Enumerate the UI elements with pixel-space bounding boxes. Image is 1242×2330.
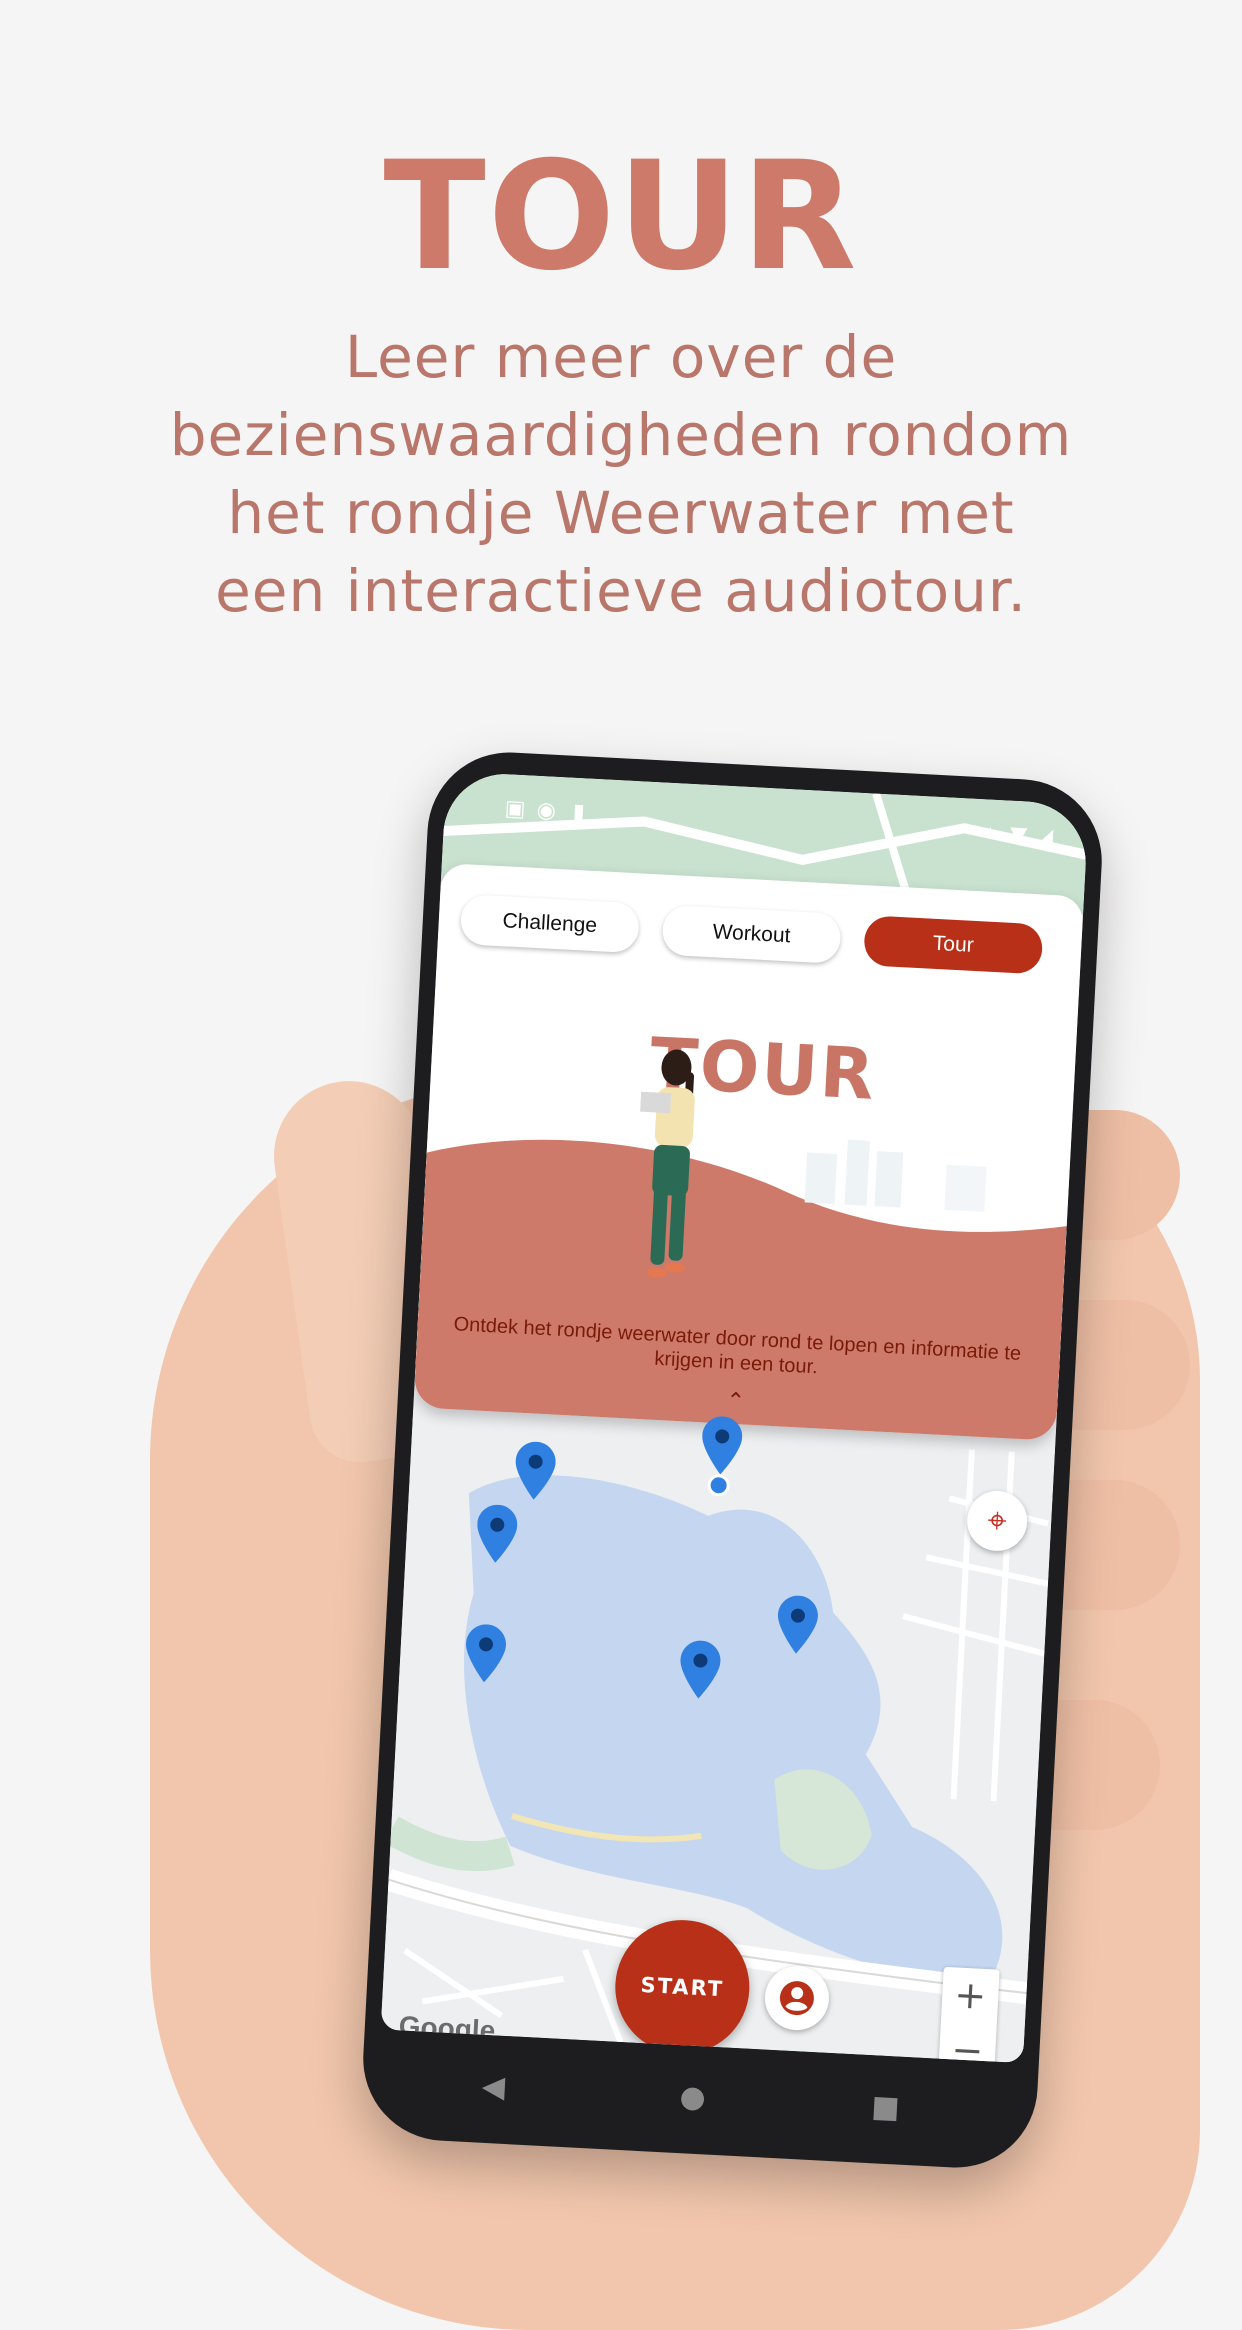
zoom-in-button[interactable]: +	[941, 1967, 1000, 2025]
back-nav-icon[interactable]: ◀	[481, 2069, 506, 2105]
tour-stop-pin[interactable]	[464, 1623, 507, 1683]
signal-icon: ◢	[1035, 824, 1054, 850]
tour-stop-pin[interactable]	[776, 1595, 819, 1655]
page-headline: TOUR	[383, 130, 859, 304]
sd-card-icon: ▮	[572, 799, 586, 826]
notification-icon: ▣	[504, 796, 527, 823]
page-subtitle: Leer meer over de bezienswaardigheden ro…	[60, 318, 1182, 630]
subtitle-line: het rondje Weerwater met	[227, 479, 1015, 547]
notification-icon: ◉	[536, 797, 557, 824]
mode-panel: Challenge Workout Tour TOUR Ontdek het r…	[413, 862, 1084, 1441]
tour-stop-pin[interactable]	[475, 1504, 518, 1564]
tour-stop-pin[interactable]	[700, 1415, 743, 1475]
location-icon: ⌖	[983, 821, 998, 847]
subtitle-line: bezienswaardigheden rondom	[169, 401, 1073, 469]
subtitle-line: Leer meer over de	[344, 323, 898, 391]
recents-nav-icon[interactable]: ■	[870, 2089, 900, 2125]
tab-challenge[interactable]: Challenge	[459, 894, 641, 954]
crosshair-icon: ⌖	[986, 1500, 1008, 1542]
zoom-controls: + −	[938, 1966, 1000, 2064]
hero-woman-illustration	[605, 1042, 738, 1298]
zoom-out-button[interactable]: −	[938, 2022, 997, 2063]
tour-stop-pin[interactable]	[514, 1441, 557, 1501]
subtitle-line: een interactieve audiotour.	[215, 557, 1027, 625]
wifi-icon: ▼	[1009, 822, 1028, 849]
phone-screen: ▣ ◉ ▮ ⌖ ▼ ◢ Challenge Workout Tour TOUR	[380, 771, 1089, 2064]
tab-tour[interactable]: Tour	[863, 915, 1044, 975]
tour-stop-pin[interactable]	[678, 1640, 721, 1700]
account-icon	[779, 1981, 814, 2016]
hero-title: TOUR	[648, 1022, 878, 1116]
mode-tabs: Challenge Workout Tour	[459, 894, 1061, 983]
phone-device: ▣ ◉ ▮ ⌖ ▼ ◢ Challenge Workout Tour TOUR	[359, 748, 1106, 2172]
tab-workout[interactable]: Workout	[661, 904, 842, 964]
profile-button[interactable]	[763, 1964, 831, 2032]
home-nav-icon[interactable]: ●	[679, 2079, 707, 2115]
